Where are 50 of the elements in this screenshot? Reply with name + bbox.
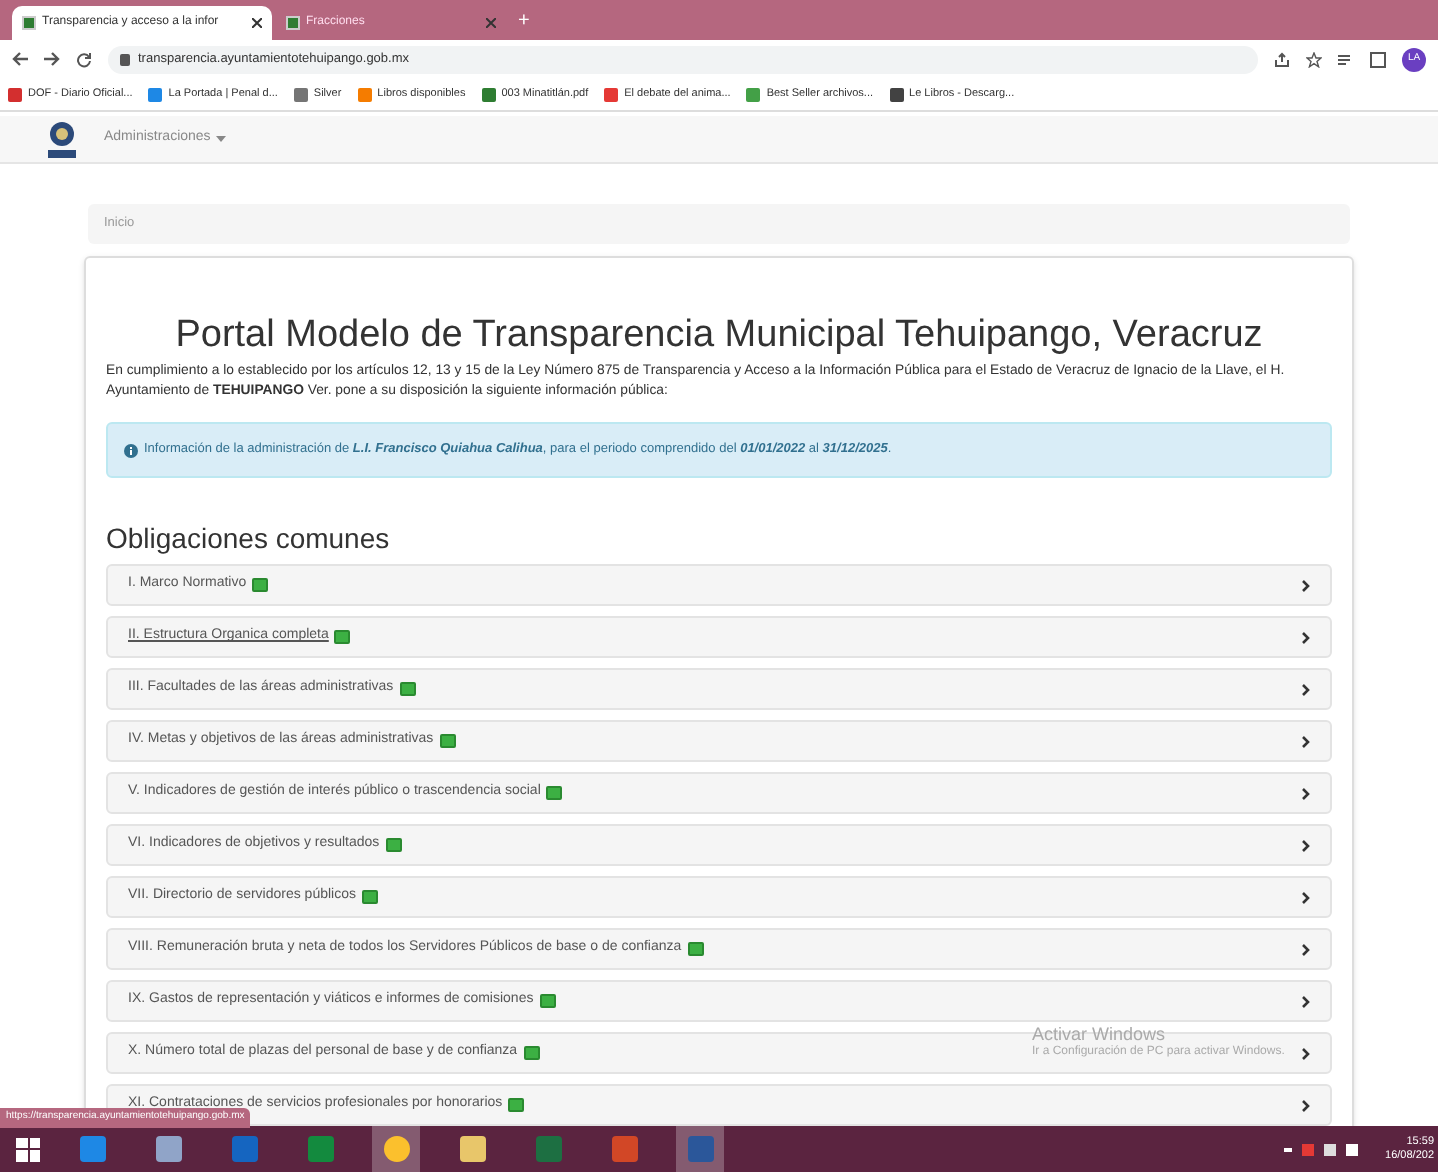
- external-link-icon: [252, 578, 269, 592]
- external-link-icon: [439, 734, 456, 748]
- caret-icon: [216, 136, 227, 142]
- playlist-icon[interactable]: [1338, 51, 1354, 67]
- chevron-icon: [1302, 579, 1310, 591]
- chevron-icon: [1302, 787, 1310, 799]
- favicon-icon: [22, 16, 36, 30]
- app-icon: [535, 1136, 561, 1162]
- windows-start-icon[interactable]: [16, 1137, 40, 1161]
- app-icon: [307, 1136, 333, 1162]
- chevron-icon: [1302, 735, 1310, 747]
- chevron-icon: [1302, 1099, 1310, 1111]
- close-icon[interactable]: [252, 18, 262, 28]
- external-link-icon: [334, 630, 351, 644]
- page-title: Portal Modelo de Transparencia Municipal Tehuipango, Veracruz: [173, 314, 1265, 358]
- chevron-icon: [1302, 683, 1310, 695]
- chevron-icon: [1302, 1047, 1310, 1059]
- forward-icon[interactable]: [44, 52, 60, 66]
- section-heading: Obligaciones comunes: [106, 520, 392, 558]
- external-link-icon: [523, 1046, 540, 1060]
- external-link-icon: [508, 1098, 525, 1112]
- app-icon: [611, 1136, 637, 1162]
- back-icon[interactable]: [12, 52, 28, 66]
- app-icon: [155, 1136, 181, 1162]
- app-icon: [231, 1136, 257, 1162]
- external-link-icon: [362, 890, 378, 904]
- favicon-icon: [286, 16, 300, 30]
- external-link-icon: [539, 994, 556, 1008]
- app-icon: [459, 1136, 485, 1162]
- app-icon: [79, 1136, 105, 1162]
- app-icon: [687, 1136, 713, 1162]
- share-icon[interactable]: [1274, 51, 1290, 67]
- chevron-icon: [1302, 943, 1310, 955]
- municipal-logo[interactable]: [44, 119, 80, 159]
- reload-icon[interactable]: [76, 51, 92, 67]
- taskbar-app[interactable]: [372, 1126, 420, 1172]
- chevron-icon: [1302, 995, 1310, 1007]
- info-icon: [124, 443, 138, 457]
- chevron-icon: [1302, 839, 1310, 851]
- new-tab-button[interactable]: +: [518, 5, 530, 35]
- star-icon[interactable]: [1306, 51, 1322, 67]
- chevron-icon: [1302, 891, 1310, 903]
- chevron-icon: [1302, 631, 1310, 643]
- external-link-icon: [399, 682, 416, 696]
- external-link-icon: [385, 838, 402, 852]
- external-link-icon: [546, 786, 563, 800]
- app-icon: [383, 1136, 409, 1162]
- external-link-icon: [687, 942, 704, 956]
- lock-icon: [120, 53, 130, 65]
- sidebar-icon[interactable]: [1370, 51, 1386, 67]
